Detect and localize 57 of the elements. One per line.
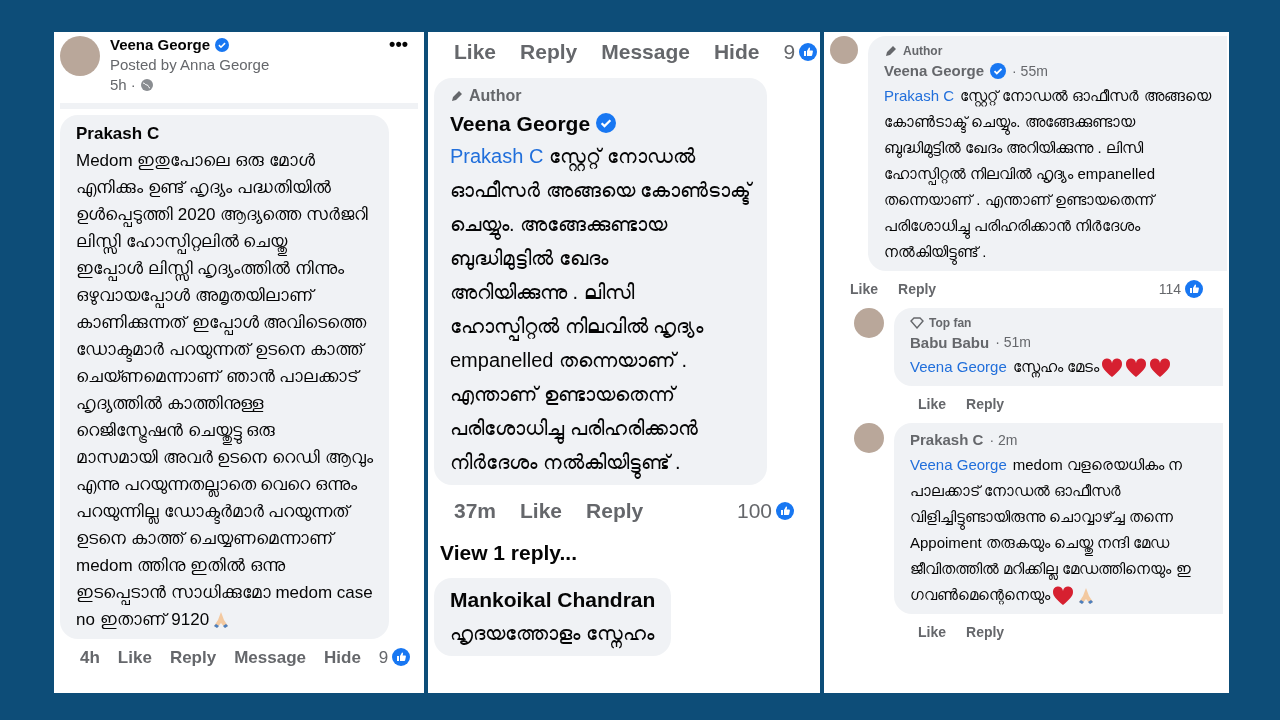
action-link[interactable]: Reply <box>966 621 1005 643</box>
action-link[interactable]: Message <box>601 36 690 68</box>
mention-link[interactable]: Veena George <box>910 455 1007 473</box>
comment-text: Prakash C സ്റ്റേറ്റ് നോഡൽ ഓഫീസർ അങ്ങയെ കോൺടാക്ട് ചെയ്യും. അങ്ങേക്കുണ്ടായ ബുദ്ധിമുട്ടിൽ ഖേദം അറിയിക്കുന്നു . ലിസി ഹോസ്പിറ്റൽ നിലവിൽ ഹൃദ്യം empanelled തന്നെയാണ് . എന്താണ് ഉണ്ടായതെന്ന് പരിശോധിച്ചു പരിഹരിക്കാൻ നിർദേശം നൽകിയിട്ടുണ്ട് . <box>884 82 1211 265</box>
diamond-icon <box>910 316 924 329</box>
reaction-count: 114 <box>1158 279 1181 299</box>
badge-label: Author <box>469 85 522 106</box>
comment-text: ഹൃദയത്തോളം സ്നേഹം <box>450 615 656 650</box>
reaction-count: 9 <box>378 646 389 669</box>
view-replies-link[interactable]: View 1 reply... <box>434 536 814 568</box>
mention-link[interactable]: Veena George <box>910 358 1007 375</box>
pen-icon <box>884 44 898 58</box>
action-link[interactable]: Reply <box>898 278 937 300</box>
action-link[interactable]: Reply <box>169 644 217 670</box>
action-link[interactable]: Hide <box>324 644 361 670</box>
commenter-name[interactable]: Mankoikal Chandran <box>450 584 656 616</box>
commenter-name[interactable]: Prakash C <box>910 429 984 452</box>
post-time: 5h · <box>110 75 136 95</box>
author-name[interactable]: Veena George <box>110 36 211 54</box>
badge-label: Author <box>903 43 943 60</box>
mention-link[interactable]: Prakash C <box>450 145 544 167</box>
commenter-name[interactable]: Babu Babu <box>910 331 990 354</box>
like-icon <box>1185 280 1203 298</box>
comment-time: · 55m <box>1012 61 1048 81</box>
posted-by-text: Posted by Anna George <box>110 55 271 75</box>
action-link[interactable]: Like <box>520 495 563 527</box>
comment-text: Veena George medom വളരെയധികം ന പാലക്കാട് നോഡൽ ഓഫീസർ വിളിച്ചിട്ടുണ്ടായിരുന്നു ചൊവ്വാഴ്ച്ച തന്നെ Appoiment തരുകയും ചെയ്തു നന്ദി മേഡ ജീവിതത്തിൽ മറിക്കില്ല മേഡത്തിനെയും ഇ ഗവൺമെന്റെനെയും <box>910 451 1207 608</box>
action-link[interactable]: Like <box>850 278 878 300</box>
badge-label: Top fan <box>929 314 972 332</box>
more-options-button[interactable]: ••• <box>389 36 408 52</box>
comment-text: Prakash C സ്റ്റേറ്റ് നോഡൽ ഓഫീസർ അങ്ങയെ കോൺടാക്ട് ചെയ്യും. അങ്ങേക്കുണ്ടായ ബുദ്ധിമുട്ടിൽ ഖേദം അറിയിക്കുന്നു . ലിസി ഹോസ്പിറ്റൽ നിലവിൽ ഹൃദ്യം empanelled തന്നെയാണ് . എന്താണ് ഉണ്ടായതെന്ന് പരിശോധിച്ചു പരിഹരിക്കാൻ നിർദേശം നൽകിയിട്ടുണ്ട് . <box>450 139 752 479</box>
action-link[interactable]: Like <box>918 621 946 643</box>
globe-icon <box>139 78 154 92</box>
commenter-name[interactable]: Veena George <box>450 107 591 139</box>
action-link[interactable]: Reply <box>520 36 578 68</box>
pen-icon <box>450 88 464 103</box>
comment-time: · 51m <box>995 333 1031 353</box>
action-link[interactable]: Message <box>234 644 306 670</box>
commenter-name[interactable]: Veena George <box>884 60 985 83</box>
action-link[interactable]: Like <box>454 36 497 68</box>
action-link[interactable]: Like <box>918 394 946 415</box>
like-icon <box>776 501 794 520</box>
action-link[interactable]: 4h <box>80 644 100 670</box>
mention-link[interactable]: Prakash C <box>884 86 955 104</box>
comment-time: · 2m <box>989 430 1018 450</box>
like-icon <box>392 648 411 667</box>
action-link[interactable]: Like <box>117 644 152 670</box>
comment-text: Medom ഇതുപോലെ ഒരു മോൾ എനിക്കും ഉണ്ട് ഹൃദ്യം പദ്ധതിയിൽ ഉൾപ്പെടുത്തി 2020 ആദ്യത്തെ സർജറി ലിസ്സി ഹോസ്പിറ്റലിൽ ചെയ്തു ഇപ്പോൾ ലിസ്സി ഹൃദ്യംത്തിൽ നിന്നും ഒഴുവായപ്പോൾ അമൃതയിലാണ് കാണിക്കുന്നത് ഇപ്പോൾ അവിടെത്തെ ഡോക്ടമാർ പറയുന്നത് ഉടനെ കാത്ത് ചെയ്ണമെന്നാണ് ഞാൻ പാലക്കാട് ഹൃദ്യത്തിൽ കാത്തിനുള്ള റെജിസ്ട്രേഷൻ ചെയ്തുട്ടു ഒരു മാസമായി അവർ ഉടനെ റെഡി ആവും എന്നു പറയുന്നതല്ലാതെ വെറെ ഒന്നും പറയുന്നില്ല ഡോക്ടർമാർ പറയുന്നത് ഉടനെ കാത്ത് ചെയ്യണമെന്നാണ് medom ത്തിനു ഇതിൽ ഒന്നു ഇടപ്പെടാൻ സാധിക്കുമോ medom case no ഇതാണ് 9120 <box>76 149 373 632</box>
reaction-count: 9 <box>783 39 796 65</box>
action-link[interactable]: Reply <box>966 394 1005 415</box>
action-link[interactable]: 37m <box>454 495 497 527</box>
avatar <box>60 36 100 76</box>
action-link[interactable]: Hide <box>713 36 760 68</box>
commenter-name[interactable]: Prakash C <box>76 121 160 147</box>
reaction-count: 100 <box>736 498 772 524</box>
comment-text: Veena George സ്നേഹം മേടം <box>910 354 1207 380</box>
action-link[interactable]: Reply <box>586 495 644 527</box>
